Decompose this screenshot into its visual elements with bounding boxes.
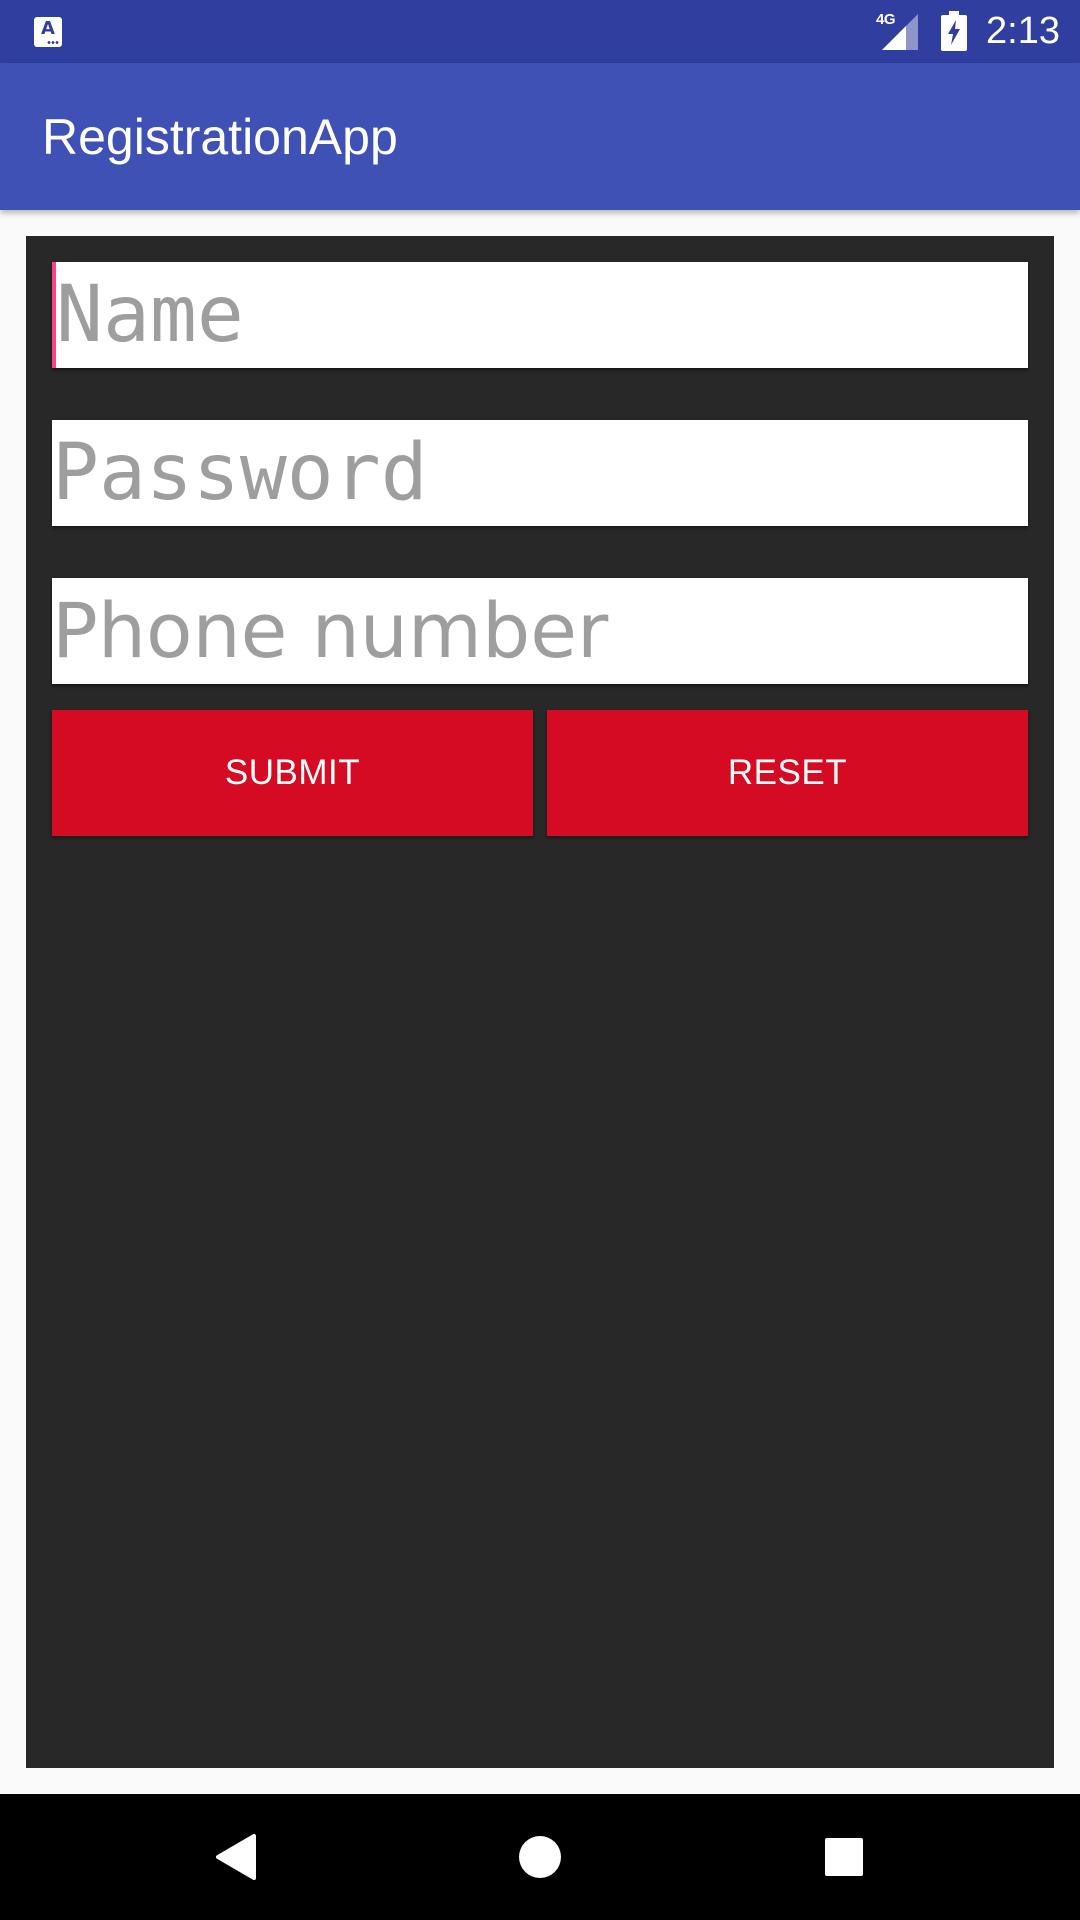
phone-number-input[interactable] xyxy=(52,578,1028,684)
app-title: RegistrationApp xyxy=(42,109,398,165)
recent-apps-button[interactable] xyxy=(809,1822,879,1892)
password-input[interactable] xyxy=(52,420,1028,526)
home-button[interactable] xyxy=(505,1822,575,1892)
reset-button[interactable]: RESET xyxy=(547,710,1028,836)
back-triangle-icon xyxy=(216,1834,256,1880)
recent-apps-square-icon xyxy=(825,1838,863,1876)
registration-form: SUBMIT RESET xyxy=(26,236,1054,1768)
home-circle-icon xyxy=(519,1836,561,1878)
submit-button[interactable]: SUBMIT xyxy=(52,710,533,836)
accessibility-notification-icon: A xyxy=(34,17,62,47)
navigation-bar xyxy=(0,1794,1080,1920)
status-bar: A 4G 2:13 xyxy=(0,0,1080,63)
battery-charging-icon xyxy=(941,11,967,51)
app-bar: RegistrationApp xyxy=(0,63,1080,210)
notification-letter: A xyxy=(41,18,55,39)
reset-button-label: RESET xyxy=(727,753,848,792)
name-input[interactable] xyxy=(52,262,1028,368)
back-button[interactable] xyxy=(201,1822,271,1892)
network-type-label: 4G xyxy=(876,11,896,28)
status-time: 2:13 xyxy=(986,10,1060,52)
submit-button-label: SUBMIT xyxy=(224,753,361,792)
